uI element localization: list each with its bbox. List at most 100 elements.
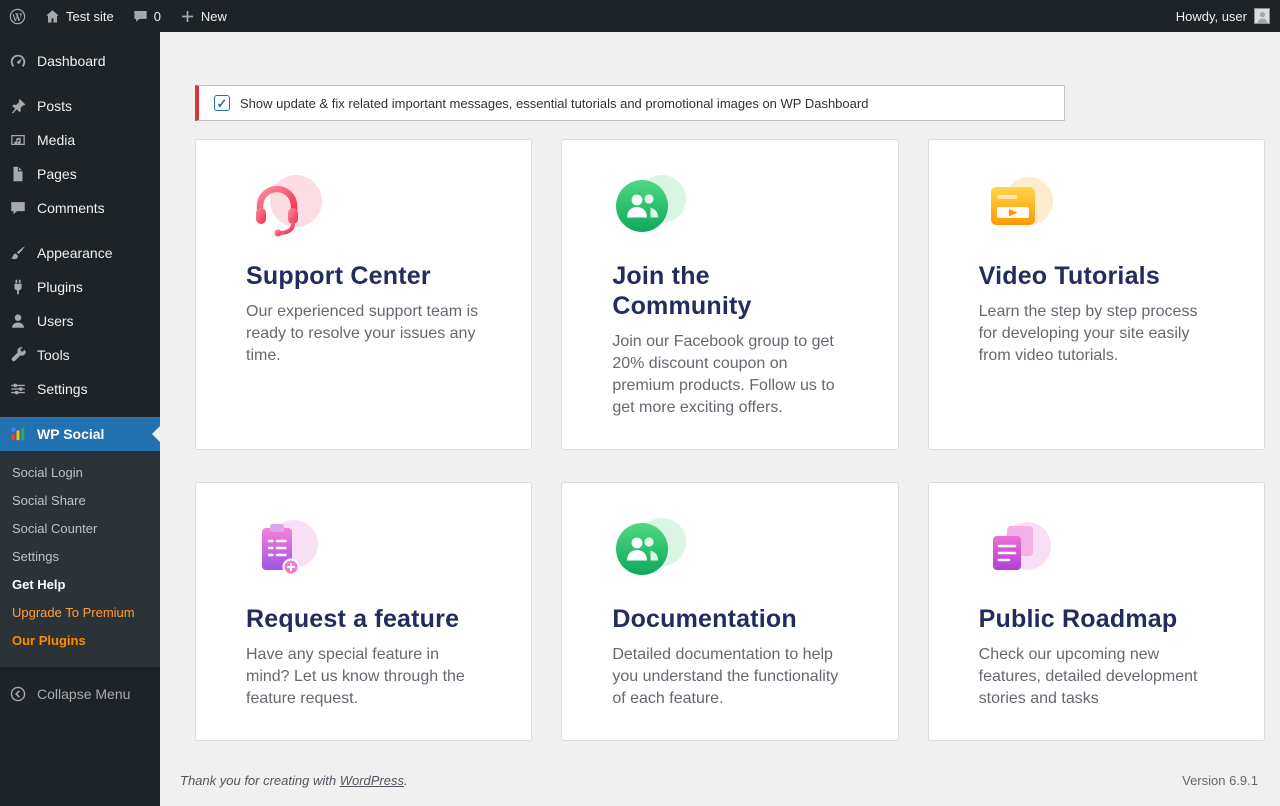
card-description: Join our Facebook group to get 20% disco…	[612, 331, 849, 419]
sidebar-item-wp-social[interactable]: WP Social	[0, 417, 160, 451]
card-video-tutorials[interactable]: Video Tutorials Learn the step by step p…	[928, 139, 1265, 450]
wordpress-link[interactable]: WordPress	[340, 773, 404, 788]
sidebar-item-pages[interactable]: Pages	[0, 157, 160, 191]
plus-icon	[179, 8, 196, 25]
wordpress-logo-menu[interactable]	[0, 0, 35, 32]
submenu-item-settings[interactable]: Settings	[0, 543, 160, 571]
comments-count: 0	[154, 9, 161, 24]
card-documentation[interactable]: Documentation Detailed documentation to …	[561, 482, 898, 741]
submenu-item-social-counter[interactable]: Social Counter	[0, 515, 160, 543]
notice-text: Show update & fix related important mess…	[240, 96, 868, 111]
sidebar-item-label: Media	[37, 132, 75, 148]
brush-icon	[8, 243, 28, 263]
sidebar-item-media[interactable]: Media	[0, 123, 160, 157]
submenu-item-upgrade-to-premium[interactable]: Upgrade To Premium	[0, 599, 160, 627]
sidebar-item-users[interactable]: Users	[0, 304, 160, 338]
card-description: Our experienced support team is ready to…	[246, 301, 483, 367]
dashboard-messages-notice: ✓ Show update & fix related important me…	[195, 85, 1065, 121]
community-icon	[612, 173, 849, 239]
card-title: Support Center	[246, 261, 483, 291]
sidebar-item-label: WP Social	[37, 426, 104, 442]
sidebar-item-label: Appearance	[37, 245, 113, 261]
site-name-menu[interactable]: Test site	[35, 0, 123, 32]
headset-icon	[246, 173, 483, 239]
media-icon	[8, 130, 28, 150]
footer-period: .	[404, 773, 408, 788]
card-title: Request a feature	[246, 604, 483, 634]
wrench-icon	[8, 345, 28, 365]
plug-icon	[8, 277, 28, 297]
sidebar-item-label: Tools	[37, 347, 70, 363]
page-icon	[8, 164, 28, 184]
pushpin-icon	[8, 96, 28, 116]
user-avatar	[1254, 8, 1270, 24]
card-public-roadmap[interactable]: Public Roadmap Check our upcoming new fe…	[928, 482, 1265, 741]
sidebar-item-dashboard[interactable]: Dashboard	[0, 44, 160, 78]
submenu-item-get-help[interactable]: Get Help	[0, 571, 160, 599]
documentation-icon	[612, 516, 849, 582]
wordpress-logo-icon	[9, 8, 26, 25]
howdy-text: Howdy, user	[1176, 9, 1247, 24]
sidebar-item-label: Pages	[37, 166, 77, 182]
card-description: Check our upcoming new features, detaile…	[979, 644, 1216, 710]
checkmark-icon: ✓	[217, 97, 228, 110]
card-title: Video Tutorials	[979, 261, 1216, 291]
sidebar-item-plugins[interactable]: Plugins	[0, 270, 160, 304]
sliders-icon	[8, 379, 28, 399]
wp-social-submenu: Social Login Social Share Social Counter…	[0, 451, 160, 667]
my-account-menu[interactable]: Howdy, user	[1166, 8, 1280, 24]
submenu-item-social-login[interactable]: Social Login	[0, 459, 160, 487]
sidebar-item-label: Comments	[37, 200, 105, 216]
person-icon	[1256, 10, 1269, 23]
video-icon	[979, 173, 1216, 239]
sidebar-item-posts[interactable]: Posts	[0, 89, 160, 123]
home-icon	[44, 8, 61, 25]
comment-bubble-icon	[132, 8, 149, 25]
card-description: Detailed documentation to help you under…	[612, 644, 849, 710]
user-icon	[8, 311, 28, 331]
wp-social-icon	[8, 424, 28, 444]
menu-separator	[0, 78, 160, 89]
submenu-item-social-share[interactable]: Social Share	[0, 487, 160, 515]
comments-menu[interactable]: 0	[123, 0, 170, 32]
collapse-menu-button[interactable]: Collapse Menu	[0, 677, 160, 711]
new-label: New	[201, 9, 227, 24]
comments-icon	[8, 198, 28, 218]
submenu-item-our-plugins[interactable]: Our Plugins	[0, 627, 160, 655]
sidebar-item-settings[interactable]: Settings	[0, 372, 160, 406]
card-request-feature[interactable]: Request a feature Have any special featu…	[195, 482, 532, 741]
footer-version: Version 6.9.1	[1182, 773, 1258, 788]
collapse-menu-label: Collapse Menu	[37, 686, 130, 702]
collapse-arrow-icon	[8, 684, 28, 704]
main-content: ✓ Show update & fix related important me…	[160, 0, 1280, 788]
feature-request-icon	[246, 516, 483, 582]
new-content-menu[interactable]: New	[170, 0, 236, 32]
menu-separator	[0, 406, 160, 417]
card-title: Join the Community	[612, 261, 849, 321]
card-description: Have any special feature in mind? Let us…	[246, 644, 483, 710]
show-messages-checkbox[interactable]: ✓	[214, 95, 230, 111]
admin-bar: Test site 0 New Howdy, user	[0, 0, 1280, 32]
card-title: Public Roadmap	[979, 604, 1216, 634]
sidebar-item-label: Posts	[37, 98, 72, 114]
card-join-community[interactable]: Join the Community Join our Facebook gro…	[561, 139, 898, 450]
roadmap-icon	[979, 516, 1216, 582]
footer-thanks-prefix: Thank you for creating with	[180, 773, 336, 788]
site-name-label: Test site	[66, 9, 114, 24]
card-title: Documentation	[612, 604, 849, 634]
sidebar-item-comments[interactable]: Comments	[0, 191, 160, 225]
sidebar-item-label: Plugins	[37, 279, 83, 295]
sidebar-item-label: Settings	[37, 381, 88, 397]
help-cards-grid: Support Center Our experienced support t…	[195, 139, 1265, 741]
menu-separator	[0, 225, 160, 236]
sidebar-item-label: Dashboard	[37, 53, 106, 69]
card-support-center[interactable]: Support Center Our experienced support t…	[195, 139, 532, 450]
sidebar-item-tools[interactable]: Tools	[0, 338, 160, 372]
sidebar-item-appearance[interactable]: Appearance	[0, 236, 160, 270]
admin-sidebar: Dashboard Posts Media Pages Comments App…	[0, 32, 160, 806]
footer-thanks-text: Thank you for creating with WordPress.	[180, 773, 408, 788]
admin-footer: Thank you for creating with WordPress. V…	[160, 741, 1280, 788]
card-description: Learn the step by step process for devel…	[979, 301, 1216, 367]
sidebar-item-label: Users	[37, 313, 74, 329]
dashboard-icon	[8, 51, 28, 71]
